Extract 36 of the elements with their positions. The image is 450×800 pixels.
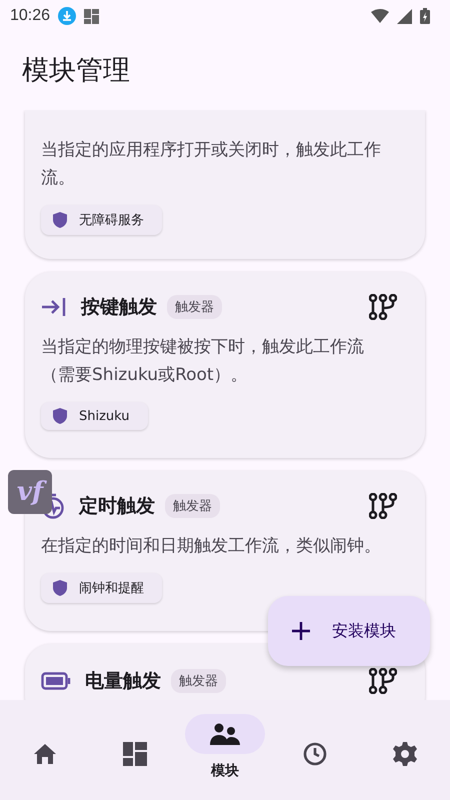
module-title: 定时触发 (79, 494, 155, 518)
install-module-button[interactable]: 安装模块 (268, 596, 430, 666)
people-icon (210, 723, 240, 745)
battery-charging-icon (420, 8, 430, 24)
permission-chip: Shizuku (41, 402, 148, 430)
branch-icon[interactable] (369, 294, 397, 320)
download-icon (58, 7, 76, 25)
plus-icon (292, 622, 310, 640)
branch-icon[interactable] (369, 493, 397, 519)
dashboard-icon (123, 742, 147, 766)
permission-chip: 无障碍服务 (41, 205, 162, 235)
status-time: 10:26 (10, 7, 50, 25)
shield-icon (53, 212, 67, 228)
module-card[interactable]: 当指定的应用程序打开或关闭时，触发此工作流。 无障碍服务 (25, 110, 425, 259)
module-title: 按键触发 (81, 295, 157, 319)
permission-chip: 闹钟和提醒 (41, 573, 162, 603)
clock-icon (303, 742, 327, 766)
type-badge: 触发器 (167, 295, 222, 319)
wifi-icon (371, 9, 389, 23)
module-description: 当指定的物理按键被按下时，触发此工作流（需要Shizuku或Root）。 (41, 336, 365, 387)
type-badge: 触发器 (171, 669, 226, 693)
shield-icon (53, 408, 67, 424)
module-card[interactable]: 按键触发 触发器 当指定的物理按键被按下时，触发此工作流（需要Shizuku或Root）。 Shizuku (25, 272, 425, 458)
settings-icon (393, 742, 417, 766)
grid-icon (84, 8, 100, 24)
page-title: 模块管理 (21, 54, 131, 88)
branch-icon[interactable] (369, 668, 397, 694)
arrow-to-bar-icon (41, 297, 67, 317)
home-icon (33, 743, 57, 765)
module-description: 当指定的应用程序打开或关闭时，触发此工作流。 (41, 139, 382, 190)
module-description: 在指定的时间和日期触发工作流，类似闹钟。 (41, 535, 382, 558)
signal-icon (397, 8, 412, 24)
battery-icon (41, 672, 71, 690)
type-badge: 触发器 (165, 494, 220, 518)
shield-icon (53, 580, 67, 596)
module-title: 电量触发 (85, 669, 161, 693)
